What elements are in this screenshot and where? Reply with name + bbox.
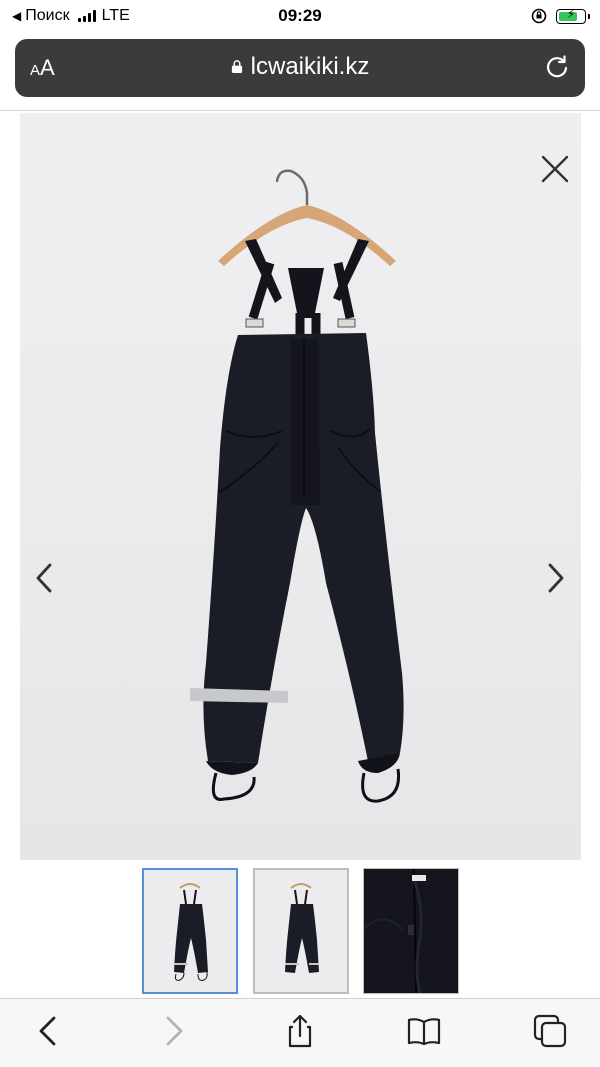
bookmarks-icon[interactable] (406, 1013, 442, 1049)
status-time: 09:29 (278, 6, 322, 25)
chevron-left-icon[interactable] (33, 561, 55, 595)
tabs-icon[interactable] (532, 1013, 568, 1049)
url-field[interactable]: lcwaikiki.kz (15, 53, 585, 81)
forward-icon[interactable] (156, 1013, 192, 1049)
thumbnail-3[interactable] (363, 868, 459, 994)
status-bar: ◀ Поиск LTE 09:29 ⚡ (0, 0, 600, 34)
url-text: lcwaikiki.kz (250, 53, 370, 80)
address-bar[interactable]: AA lcwaikiki.kz (15, 39, 585, 97)
thumbnail-overalls-image (285, 883, 319, 973)
thumbnail-1[interactable] (142, 868, 238, 994)
lock-icon (231, 60, 242, 73)
thumbnail-overalls-image (174, 883, 208, 981)
browser-toolbar (0, 998, 600, 1067)
close-icon[interactable] (539, 153, 571, 185)
reload-icon[interactable] (543, 53, 571, 81)
overalls-illustration (190, 169, 404, 803)
thumbnail-2[interactable] (253, 868, 349, 994)
chevron-right-icon[interactable] (545, 561, 567, 595)
divider (0, 110, 600, 111)
share-icon[interactable] (282, 1013, 318, 1049)
thumbnail-zipper-detail-image (364, 869, 458, 993)
orientation-lock-icon (531, 8, 547, 24)
back-icon[interactable] (30, 1013, 66, 1049)
battery-icon: ⚡ (556, 7, 590, 24)
product-photo[interactable] (20, 113, 581, 860)
